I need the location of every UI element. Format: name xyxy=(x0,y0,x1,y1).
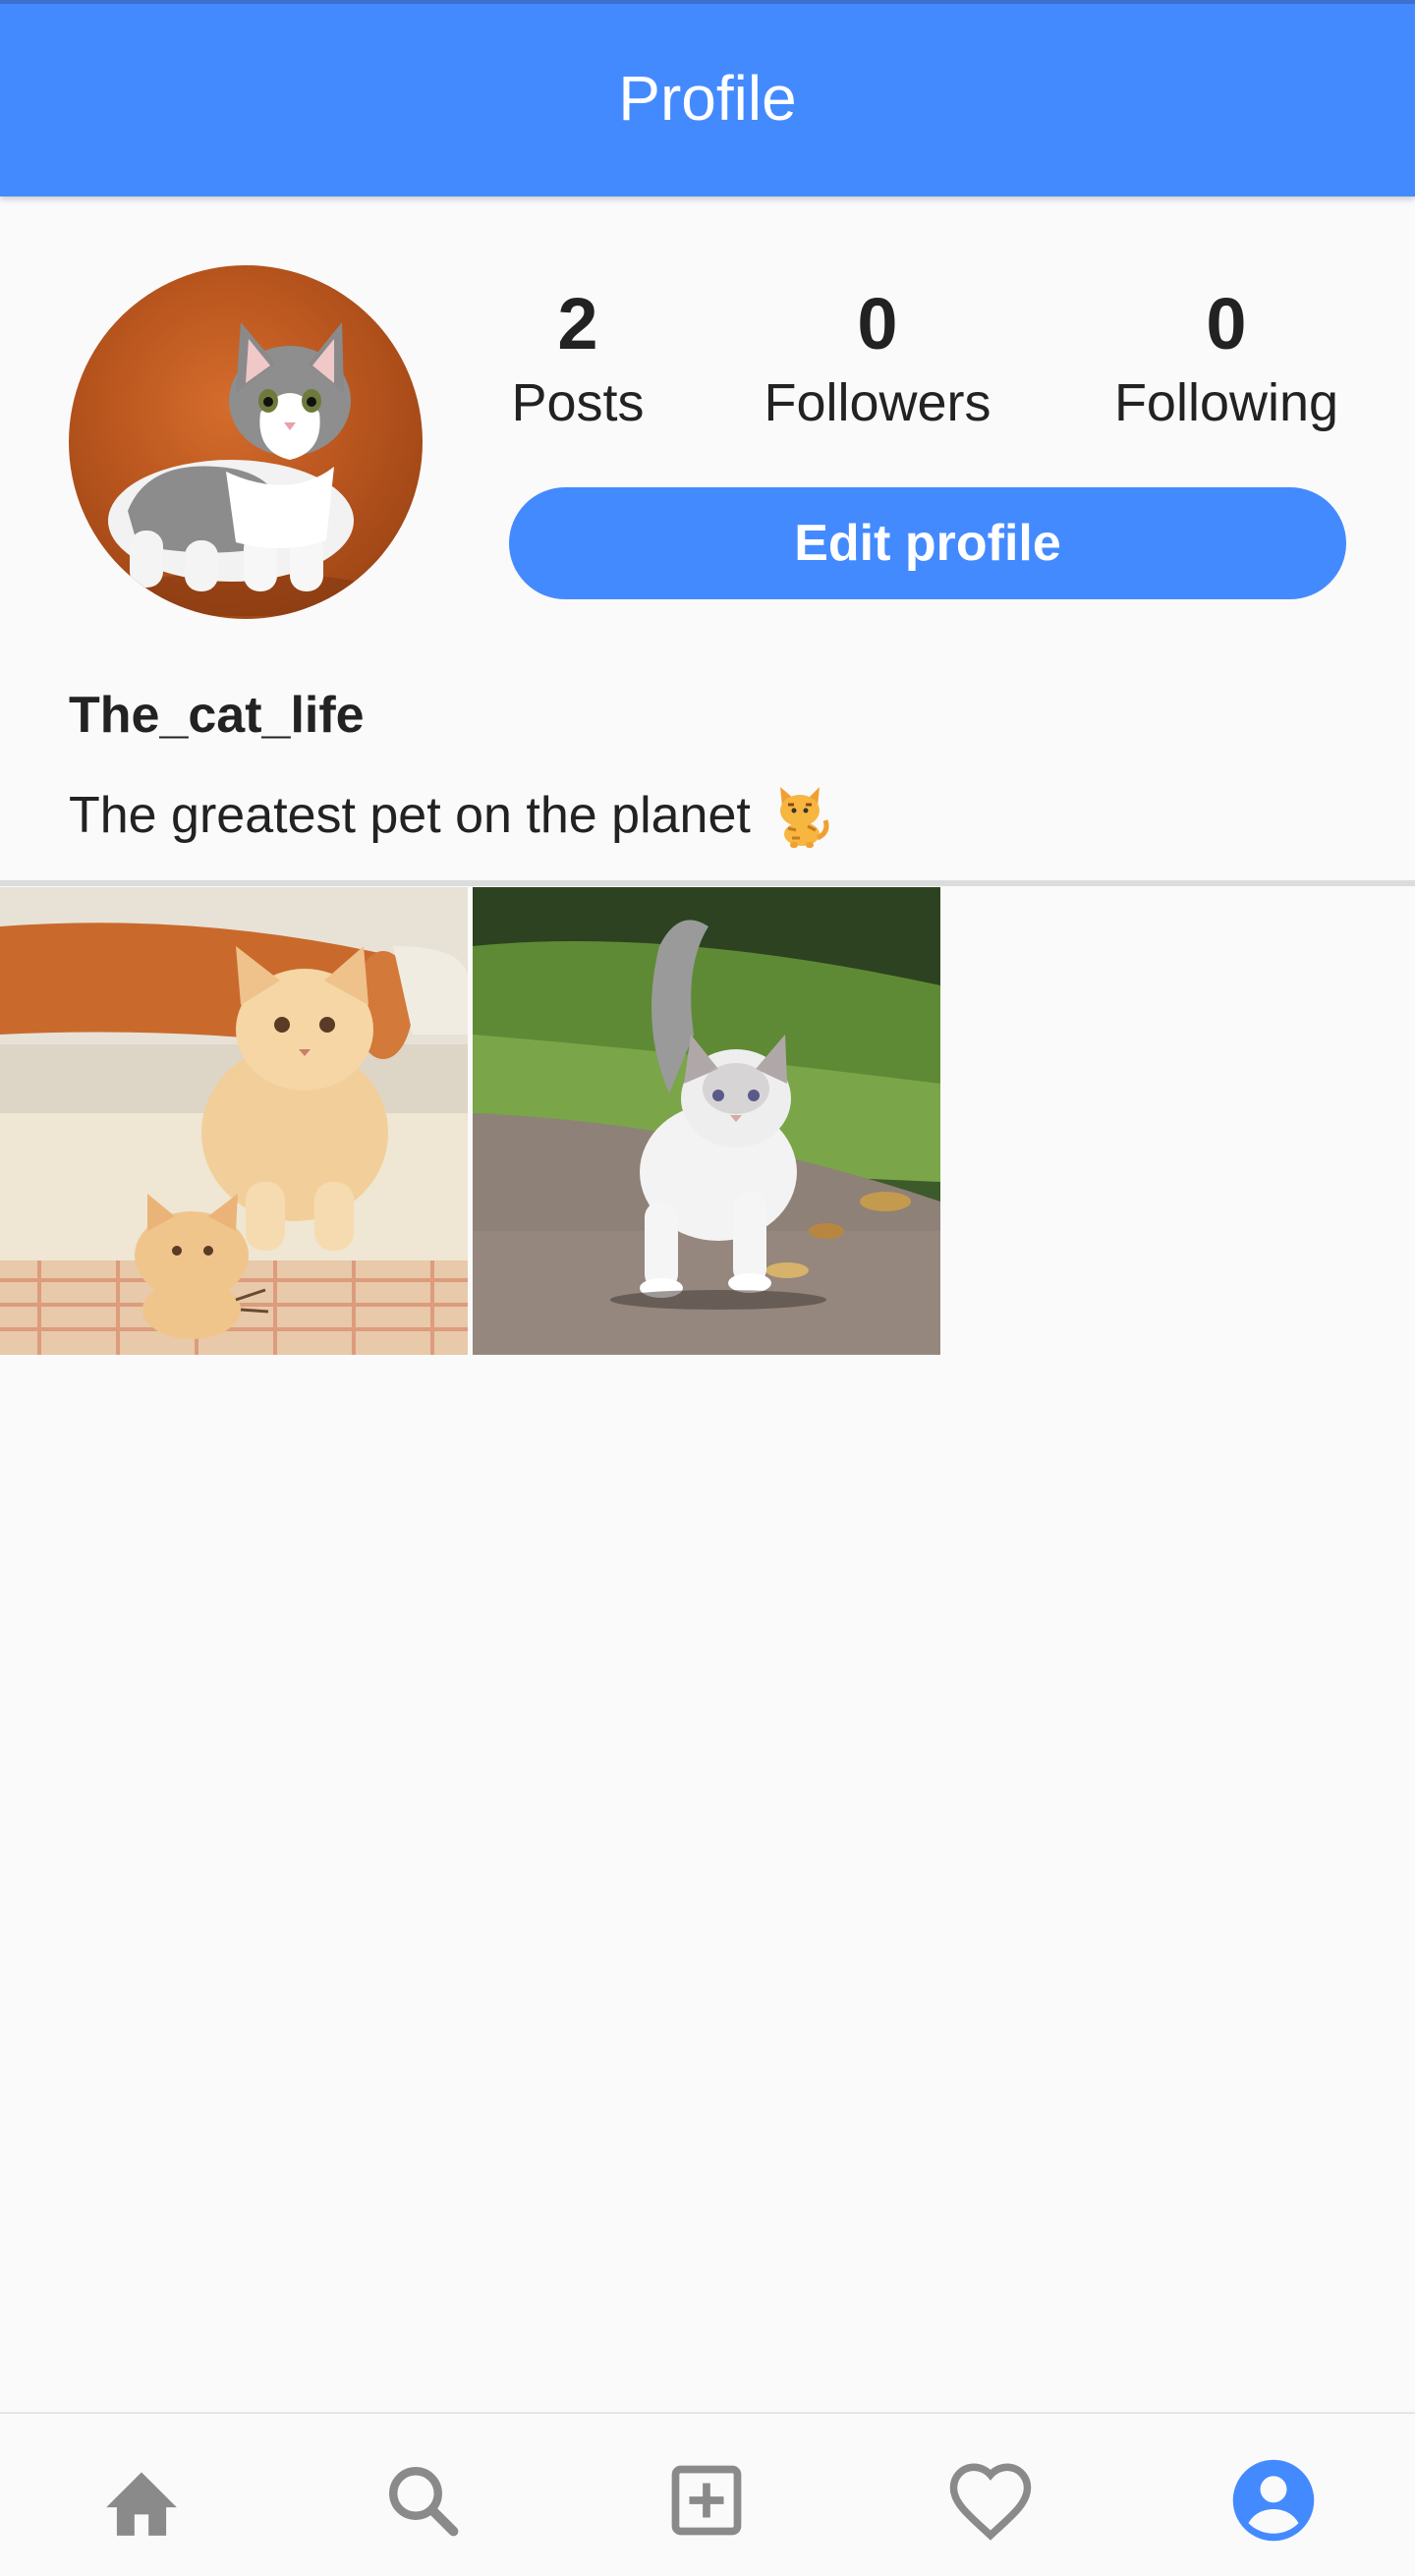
search-icon xyxy=(389,2467,459,2537)
bottom-navigation xyxy=(0,2412,1415,2576)
nav-home[interactable] xyxy=(94,2453,189,2548)
nav-activity[interactable] xyxy=(943,2453,1038,2548)
following-label: Following xyxy=(1113,373,1339,432)
post-tile[interactable] xyxy=(473,887,940,1355)
bio-text: The greatest pet on the planet xyxy=(69,787,751,844)
stat-following[interactable]: 0 Following xyxy=(1099,280,1354,437)
posts-count: 2 xyxy=(557,283,598,364)
username: The_cat_life xyxy=(69,687,365,744)
app-bar: Profile xyxy=(0,0,1415,196)
profile-avatar[interactable] xyxy=(69,265,423,619)
page-title: Profile xyxy=(618,63,797,134)
posts-label: Posts xyxy=(511,373,645,432)
stat-followers[interactable]: 0 Followers xyxy=(750,280,1005,437)
edit-profile-button[interactable]: Edit profile xyxy=(509,487,1346,599)
profile-icon xyxy=(1232,2459,1315,2542)
home-icon xyxy=(106,2472,177,2536)
cat-emoji-icon xyxy=(779,787,829,848)
following-count: 0 xyxy=(1206,283,1247,364)
followers-count: 0 xyxy=(857,283,898,364)
cat-avatar-photo xyxy=(108,322,383,616)
divider xyxy=(0,880,1415,886)
nav-add-post[interactable] xyxy=(659,2453,754,2548)
nav-search[interactable] xyxy=(375,2453,470,2548)
white-kitten-walking-photo xyxy=(473,887,940,1355)
add-post-icon xyxy=(671,2465,742,2536)
two-kittens-photo xyxy=(0,887,468,1355)
heart-icon xyxy=(949,2463,1032,2541)
followers-label: Followers xyxy=(764,373,991,432)
post-tile[interactable] xyxy=(0,887,468,1355)
bio: The greatest pet on the planet xyxy=(69,781,831,850)
stat-posts[interactable]: 2 Posts xyxy=(450,280,706,437)
nav-profile[interactable] xyxy=(1226,2453,1321,2548)
